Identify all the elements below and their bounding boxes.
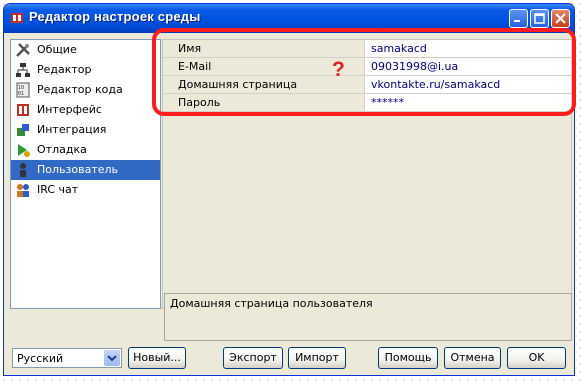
maximize-icon [534,13,545,24]
property-table: Имя samakacd E-Mail 09031998@i.ua Домашн… [163,40,572,112]
cancel-button[interactable]: Отмена [444,347,501,369]
code-editor-icon: 1001 [16,82,30,98]
property-value-email[interactable]: 09031998@i.ua [364,57,572,76]
tree-item-label: Отладка [37,143,87,156]
window-title: Редактор настроек среды [29,9,201,24]
property-grid: Имя samakacd E-Mail 09031998@i.ua Домашн… [162,39,572,309]
new-button[interactable]: Новый... [128,347,186,369]
tree-item-label: Общие [37,43,77,56]
maximize-button[interactable] [530,9,549,28]
dropdown-arrow-button[interactable] [104,350,120,366]
help-button[interactable]: Помощь [378,347,438,369]
interface-icon [17,104,29,116]
svg-text:01: 01 [18,91,24,97]
tree-item-general[interactable]: Общие [11,40,160,60]
tree-item-label: Редактор кода [37,83,123,96]
settings-window: Редактор настроек среды Общие Редактор 1… [3,3,575,376]
export-button[interactable]: Экспорт [223,347,283,369]
property-key: Имя [163,40,365,58]
ok-button[interactable]: OK [507,347,566,369]
language-select[interactable]: Русский [12,348,122,368]
tree-item-label: Интеграция [37,123,107,136]
user-icon [20,163,26,177]
annotation-question-mark: ? [332,58,345,81]
import-button[interactable]: Импорт [288,347,346,369]
property-value-name[interactable]: samakacd [364,40,572,58]
property-description: Домашняя страница пользователя [164,293,572,341]
integration-icon [17,124,29,136]
tree-item-label: Редактор [37,63,92,76]
tree-item-interface[interactable]: Интерфейс [11,100,160,120]
settings-category-tree[interactable]: Общие Редактор 10 01 Редактор кода Интерф… [10,39,161,309]
irc-chat-icon [17,184,29,197]
minimize-icon [514,20,520,22]
property-row[interactable]: Домашняя страница vkontakte.ru/samakacd [163,75,572,94]
tree-item-code-editor[interactable]: 10 01 Редактор кода [11,80,160,100]
property-row[interactable]: Пароль ****** [163,93,572,112]
property-row[interactable]: E-Mail 09031998@i.ua [163,57,572,76]
tree-item-irc-chat[interactable]: IRC чат [11,180,160,200]
title-bar[interactable]: Редактор настроек среды [4,4,574,33]
editor-tree-icon [16,63,30,77]
chevron-down-icon [107,355,117,361]
tree-item-debug[interactable]: Отладка [11,140,160,160]
debug-icon [18,144,30,157]
close-icon [555,13,566,24]
property-value-homepage[interactable]: vkontakte.ru/samakacd [364,75,572,94]
minimize-button[interactable] [509,9,528,28]
property-description-text: Домашняя страница пользователя [170,297,373,310]
close-button[interactable] [551,9,570,28]
tree-item-user[interactable]: Пользователь [11,160,160,180]
property-row[interactable]: Имя samakacd [163,40,572,58]
tree-item-label: Пользователь [37,163,119,176]
property-value-password[interactable]: ****** [364,93,572,112]
app-logo-icon [11,13,23,23]
tree-item-label: IRC чат [37,183,79,196]
tree-item-integration[interactable]: Интеграция [11,120,160,140]
tree-item-editor[interactable]: Редактор [11,60,160,80]
property-key: Пароль [163,93,365,112]
tools-icon [16,43,30,57]
tree-item-label: Интерфейс [37,103,102,116]
language-select-value: Русский [17,352,64,365]
